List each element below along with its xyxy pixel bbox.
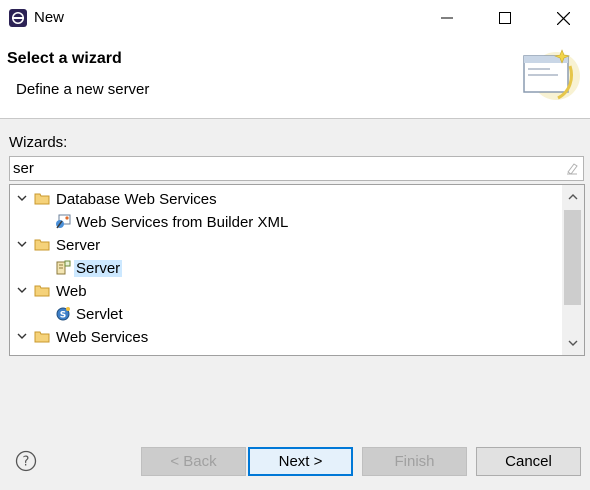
tree-item-label: Database Web Services xyxy=(56,191,217,208)
wizards-label: Wizards: xyxy=(9,134,68,151)
scroll-down-icon[interactable] xyxy=(567,338,579,348)
tree-item-web-services-builder-xml[interactable]: Web Services from Builder XML xyxy=(10,211,562,233)
clear-filter-icon[interactable] xyxy=(565,161,579,175)
svg-text:?: ? xyxy=(23,455,30,470)
folder-icon xyxy=(34,239,50,251)
eclipse-icon xyxy=(9,9,27,27)
chevron-down-icon[interactable] xyxy=(16,238,28,250)
folder-icon xyxy=(34,193,50,205)
minimize-icon xyxy=(441,17,453,19)
tree-item-web-services-folder[interactable]: Web Services xyxy=(10,326,562,348)
wizard-banner-icon xyxy=(523,49,580,100)
chevron-down-icon[interactable] xyxy=(16,330,28,342)
tree-item-server[interactable]: Server xyxy=(10,257,562,279)
servlet-icon: S xyxy=(56,307,70,321)
tree-scrollbar[interactable] xyxy=(562,185,584,355)
maximize-icon xyxy=(499,12,511,24)
help-icon[interactable]: ? xyxy=(15,450,37,472)
tree-item-server-folder[interactable]: Server xyxy=(10,234,562,256)
cancel-button[interactable]: Cancel xyxy=(476,447,581,476)
close-button[interactable] xyxy=(540,0,586,36)
svg-text:S: S xyxy=(60,311,66,321)
next-button[interactable]: Next > xyxy=(248,447,353,476)
scrollbar-thumb[interactable] xyxy=(564,210,581,305)
page-title: Select a wizard xyxy=(7,50,122,67)
tree-item-label: Web Services xyxy=(56,329,149,346)
chevron-down-icon[interactable] xyxy=(16,192,28,204)
tree-item-label: Web Services from Builder XML xyxy=(76,214,289,231)
tree-item-label: Server xyxy=(56,237,101,254)
finish-button[interactable]: Finish xyxy=(362,447,467,476)
wizard-tree[interactable]: Database Web Services Web Services from … xyxy=(9,184,585,356)
tree-item-label: Web xyxy=(56,283,87,300)
minimize-button[interactable] xyxy=(424,0,470,36)
tree-item-label: Servlet xyxy=(76,306,123,323)
folder-icon xyxy=(34,285,50,297)
wizard-filter-input[interactable] xyxy=(13,159,553,178)
web-service-builder-icon xyxy=(56,214,71,229)
back-button[interactable]: < Back xyxy=(141,447,246,476)
window-title: New xyxy=(34,9,65,26)
tree-item-label: Server xyxy=(74,260,123,277)
tree-item-database-web-services[interactable]: Database Web Services xyxy=(10,188,562,210)
chevron-down-icon[interactable] xyxy=(16,284,28,296)
scroll-up-icon[interactable] xyxy=(567,192,579,202)
server-icon xyxy=(56,260,71,275)
close-icon xyxy=(556,11,570,25)
tree-item-servlet[interactable]: S Servlet xyxy=(10,303,562,325)
maximize-button[interactable] xyxy=(482,0,528,36)
wizard-banner: Select a wizard Define a new server xyxy=(0,36,590,119)
wizard-filter xyxy=(9,156,584,181)
page-description: Define a new server xyxy=(16,81,150,98)
folder-icon xyxy=(34,331,50,343)
tree-item-web-folder[interactable]: Web xyxy=(10,280,562,302)
title-bar: New xyxy=(0,0,590,36)
